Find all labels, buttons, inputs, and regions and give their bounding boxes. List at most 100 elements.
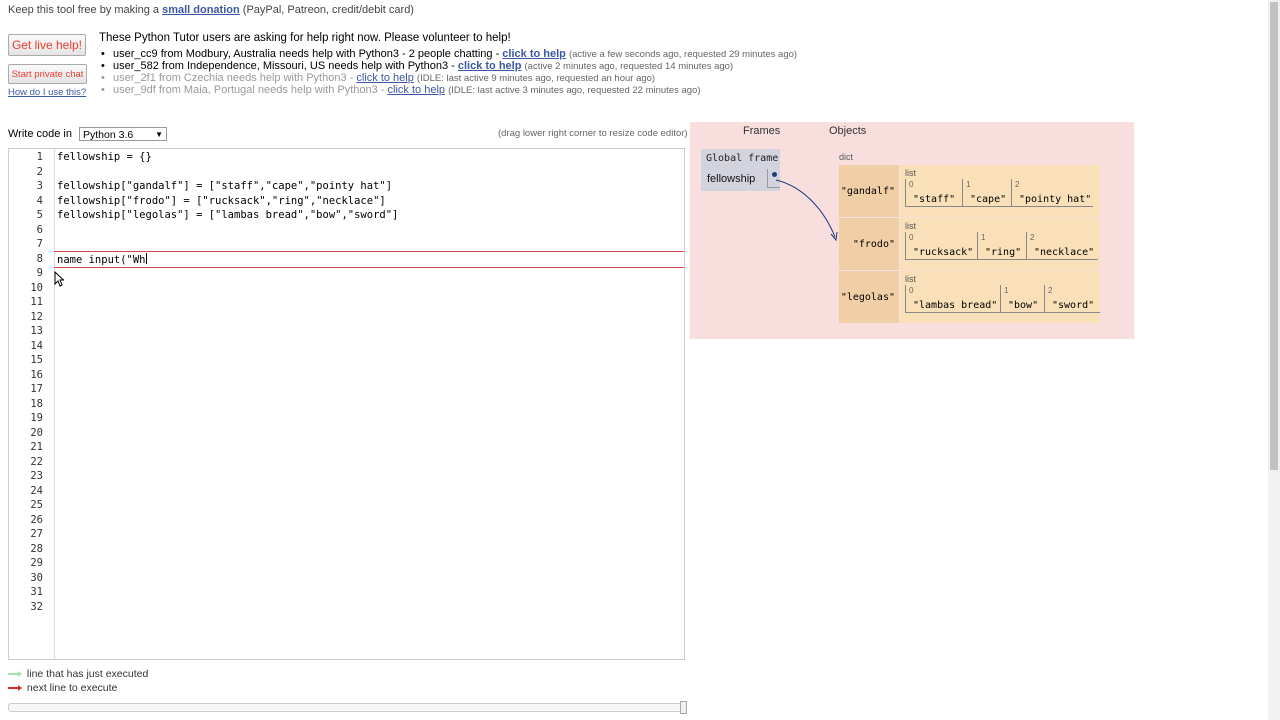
legend-executed: line that has just executed <box>8 668 148 680</box>
line-number-gutter: 1 2 3 4 5 6 7 8 9 10 11 12 13 14 15 16 17 18 19 20 21 22 23 24 2… <box>9 149 55 659</box>
code-line: fellowship = {} <box>57 151 152 163</box>
bullet-icon: • <box>101 60 105 72</box>
legend-next: next line to execute <box>8 682 117 694</box>
line-number: 5 <box>36 209 43 221</box>
list-type-label: list <box>905 274 916 284</box>
click-to-help-link[interactable]: click to help <box>388 84 445 96</box>
donation-link[interactable]: small donation <box>162 4 240 16</box>
click-to-help-link[interactable]: click to help <box>502 48 566 60</box>
line-number: 15 <box>30 354 43 366</box>
list-index: 0 <box>909 180 914 189</box>
list-value: "pointy hat" <box>1019 194 1092 205</box>
page-scrollbar[interactable] <box>1268 0 1280 720</box>
bullet-icon: • <box>101 48 105 60</box>
list-cell: 0 "lambas bread" <box>905 285 1000 313</box>
line-number: 13 <box>30 325 43 337</box>
help-request-meta: (IDLE: last active 9 minutes ago, reques… <box>416 73 656 84</box>
list-index: 1 <box>1004 286 1009 295</box>
line-number: 18 <box>30 397 43 410</box>
list-cell: 2 "necklace" <box>1026 232 1098 260</box>
bullet-icon: • <box>101 84 105 96</box>
help-request-item: • user_582 from Independence, Missouri, … <box>99 60 797 72</box>
line-number: 29 <box>30 557 43 569</box>
how-to-use-link[interactable]: How do I use this? <box>8 87 86 98</box>
legend-next-text: next line to execute <box>26 682 118 694</box>
resize-hint: (drag lower right corner to resize code … <box>498 128 688 139</box>
line-number: 32 <box>30 600 43 613</box>
donation-suffix: (PayPal, Patreon, credit/debit card) <box>242 4 414 16</box>
language-select[interactable]: Python 3.6 ▼ <box>79 127 167 141</box>
line-number: 11 <box>30 296 43 308</box>
list-value: "sword" <box>1052 300 1095 311</box>
click-to-help-link[interactable]: click to help <box>356 72 413 84</box>
help-request-text: user_cc9 from Modbury, Australia needs h… <box>113 48 500 60</box>
visualization-panel: Frames Objects Global frame fellowship d… <box>690 122 1134 339</box>
dict-type-label: dict <box>839 152 854 162</box>
line-number: 6 <box>36 223 43 236</box>
line-number: 30 <box>30 571 43 584</box>
list-cell: 2 "pointy hat" <box>1011 179 1093 207</box>
list-value: "necklace" <box>1034 247 1095 258</box>
help-request-item: • user_9df from Maia, Portugal needs hel… <box>99 84 797 96</box>
list-index: 0 <box>909 233 914 242</box>
help-request-text: user_582 from Independence, Missouri, US… <box>113 60 455 72</box>
list-value: "rucksack" <box>913 247 974 258</box>
line-number: 28 <box>30 542 43 555</box>
code-line: fellowship["frodo"] = ["rucksack","ring"… <box>57 194 386 207</box>
scrollbar-thumb[interactable] <box>1270 2 1278 470</box>
write-code-label: Write code in <box>8 128 72 140</box>
list-index: 0 <box>909 286 914 295</box>
dict-key: "legolas" <box>839 271 899 323</box>
line-number: 1 <box>36 151 43 163</box>
list-value: "ring" <box>985 247 1022 258</box>
line-number: 16 <box>30 368 43 381</box>
list-value: "cape" <box>970 194 1007 205</box>
list-type-label: list <box>905 168 916 178</box>
list-index: 2 <box>1048 286 1053 295</box>
green-arrow-icon <box>8 671 22 678</box>
line-number: 31 <box>30 586 43 598</box>
line-number: 17 <box>30 383 43 395</box>
line-number: 21 <box>30 441 43 453</box>
help-requests-list: • user_cc9 from Modbury, Australia needs… <box>99 48 797 96</box>
list-index: 1 <box>981 233 986 242</box>
line-number: 14 <box>30 339 43 352</box>
line-number: 27 <box>30 528 43 540</box>
list-value: "bow" <box>1008 300 1039 311</box>
help-request-item: • user_2f1 from Czechia needs help with … <box>99 72 797 84</box>
bullet-icon: • <box>101 72 105 84</box>
line-number: 22 <box>30 455 43 468</box>
current-line-highlight <box>54 251 684 268</box>
list-index: 1 <box>966 180 971 189</box>
line-number: 10 <box>30 281 43 294</box>
line-number: 3 <box>36 180 43 192</box>
list-value: "staff" <box>913 194 956 205</box>
list-index: 2 <box>1015 180 1020 189</box>
list-cell: 1 "ring" <box>977 232 1026 260</box>
list-object: list 0 "lambas bread" 1 "bow" 2 "sword" <box>900 271 1100 323</box>
list-cell: 0 "rucksack" <box>905 232 977 260</box>
slider-handle[interactable] <box>680 701 687 714</box>
donation-notice: Keep this tool free by making a small do… <box>8 4 414 16</box>
get-live-help-button[interactable]: Get live help! <box>8 34 86 56</box>
execution-slider[interactable] <box>8 701 687 714</box>
start-private-chat-button[interactable]: Start private chat <box>8 64 87 84</box>
click-to-help-link[interactable]: click to help <box>458 60 522 72</box>
help-request-meta: (active 2 minutes ago, requested 14 minu… <box>524 61 734 72</box>
language-selected-value: Python 3.6 <box>83 129 134 141</box>
code-line: name input("Wh <box>57 252 147 266</box>
list-cell: 2 "sword" <box>1044 285 1100 313</box>
list-cell: 0 "staff" <box>905 179 962 207</box>
help-requests-heading: These Python Tutor users are asking for … <box>99 32 511 44</box>
dropdown-arrow-icon: ▼ <box>155 130 163 139</box>
list-type-label: list <box>905 221 916 231</box>
code-editor[interactable]: 1 2 3 4 5 6 7 8 9 10 11 12 13 14 15 16 17 18 19 20 21 22 23 24 2… <box>8 148 685 660</box>
help-request-meta: (active a few seconds ago, requested 29 … <box>568 49 798 60</box>
list-index: 2 <box>1030 233 1035 242</box>
help-request-text: user_9df from Maia, Portugal needs help … <box>113 84 385 96</box>
line-number: 2 <box>36 165 43 178</box>
list-object: list 0 "staff" 1 "cape" 2 "pointy hat" <box>900 165 1100 217</box>
line-number: 26 <box>30 513 43 526</box>
line-number: 7 <box>36 238 43 250</box>
line-number: 25 <box>30 499 43 511</box>
